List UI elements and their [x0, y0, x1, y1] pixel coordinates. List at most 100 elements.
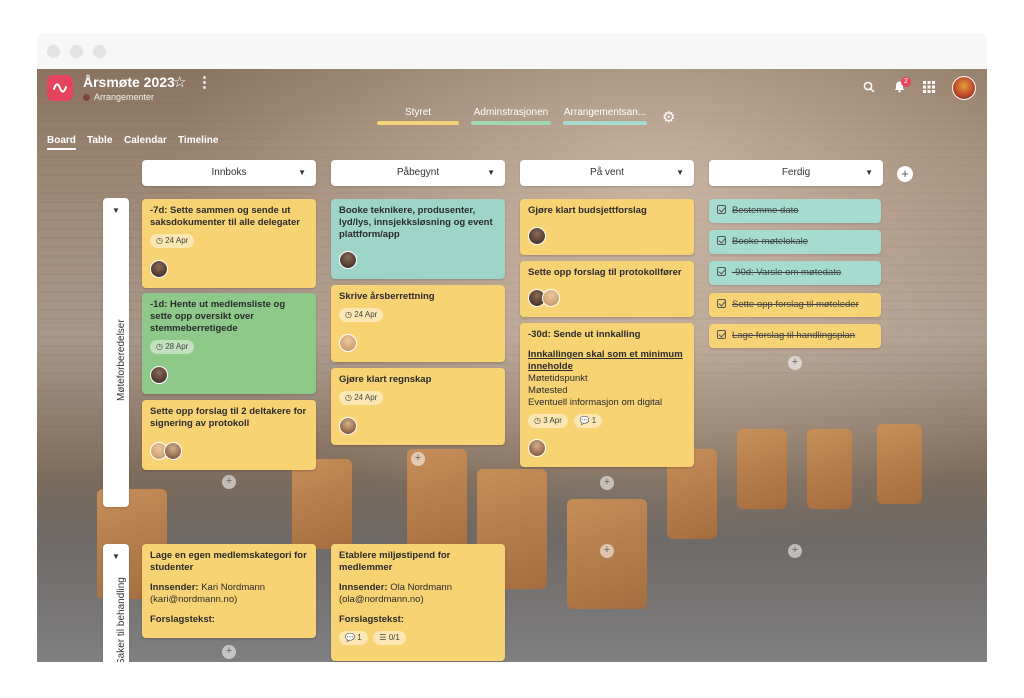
- checklist-progress: 0/1: [388, 633, 400, 642]
- task-card[interactable]: Sette opp forslag til 2 deltakere for si…: [142, 400, 316, 470]
- checkbox-checked-icon[interactable]: [717, 299, 726, 308]
- column-header-pabegynt[interactable]: Påbegynt ▼: [331, 160, 505, 186]
- gear-icon[interactable]: ⚙: [662, 108, 675, 126]
- done-card[interactable]: Booke møtelokale: [709, 230, 881, 254]
- background-chair: [877, 424, 922, 504]
- chevron-down-icon[interactable]: ▼: [865, 160, 873, 186]
- checkbox-checked-icon[interactable]: [717, 330, 726, 339]
- sender-email: (kari@nordmann.no): [150, 594, 238, 605]
- group-tab-adminstrasjonen[interactable]: Adminstrasjonen: [471, 107, 551, 125]
- sender-name: Kari Nordmann: [201, 582, 266, 593]
- chevron-down-icon[interactable]: ▼: [487, 160, 495, 186]
- add-card-button[interactable]: +: [788, 356, 802, 370]
- window-dot: [93, 45, 106, 58]
- add-card-button[interactable]: +: [222, 475, 236, 489]
- card-title: Lage en egen medlemskategori for student…: [150, 550, 307, 573]
- avatar[interactable]: [528, 439, 546, 457]
- assignees: [528, 227, 546, 249]
- column-title: Innboks: [211, 167, 247, 178]
- assignees: [150, 260, 168, 282]
- add-card-button[interactable]: +: [788, 544, 802, 558]
- avatar[interactable]: [528, 227, 546, 245]
- group-tab-styret[interactable]: Styret: [377, 107, 459, 125]
- comment-count-chip[interactable]: 💬 1: [573, 414, 603, 428]
- card-title: Skrive årsberrettning: [339, 291, 435, 302]
- add-column-button[interactable]: +: [897, 166, 913, 182]
- workspace-logo[interactable]: [47, 75, 73, 101]
- tab-table[interactable]: Table: [87, 135, 112, 146]
- avatar[interactable]: [542, 289, 560, 307]
- due-date-chip: ◷ 28 Apr: [150, 340, 195, 354]
- column-header-innboks[interactable]: Innboks ▼: [142, 160, 316, 186]
- chevron-down-icon[interactable]: ▼: [298, 160, 306, 186]
- chevron-down-icon[interactable]: ▼: [676, 160, 684, 186]
- task-card[interactable]: Sette opp forslag til protokollfører: [520, 261, 694, 317]
- task-card[interactable]: Gjøre klart budsjettforslag: [520, 199, 694, 255]
- clock-icon: ◷: [156, 342, 163, 351]
- proposal-card[interactable]: Lage en egen medlemskategori for student…: [142, 544, 316, 638]
- avatar[interactable]: [150, 366, 168, 384]
- group-color-bar: [377, 121, 459, 125]
- card-title: Lage forslag til handlingsplan: [732, 330, 856, 341]
- avatar[interactable]: [339, 251, 357, 269]
- done-card[interactable]: Bestemme dato: [709, 199, 881, 223]
- checkbox-checked-icon[interactable]: [717, 267, 726, 276]
- comment-icon: 💬: [579, 416, 590, 425]
- logo-icon: [53, 83, 67, 93]
- assignees: [339, 334, 357, 356]
- proposal-card[interactable]: Etablere miljøstipend for medlemmer Inns…: [331, 544, 505, 661]
- board-title[interactable]: Årsmøte 2023: [83, 74, 175, 90]
- card-title: Gjøre klart regnskap: [339, 374, 432, 385]
- avatar[interactable]: [150, 260, 168, 278]
- task-card[interactable]: -1d: Hente ut medlemsliste og sette opp …: [142, 293, 316, 394]
- swimlane-moteforberedelser[interactable]: ▼ Møteforberedelser: [103, 198, 129, 507]
- avatar[interactable]: [339, 417, 357, 435]
- avatar[interactable]: [164, 442, 182, 460]
- group-tab-arrangementsansvarlige[interactable]: Arrangementsan...: [563, 107, 647, 125]
- group-color-bar: [563, 121, 647, 125]
- apps-grid-icon[interactable]: [923, 80, 935, 98]
- column-header-pavent[interactable]: På vent ▼: [520, 160, 694, 186]
- add-card-button[interactable]: +: [222, 645, 236, 659]
- group-tab-label: Adminstrasjonen: [473, 107, 549, 118]
- search-icon[interactable]: [863, 80, 875, 98]
- kebab-icon[interactable]: ⋮: [197, 73, 212, 91]
- task-card[interactable]: Booke teknikere, produsenter, lyd/lys, i…: [331, 199, 505, 279]
- assignees: [528, 439, 546, 461]
- tab-calendar[interactable]: Calendar: [124, 135, 167, 146]
- add-card-button[interactable]: +: [600, 544, 614, 558]
- tab-timeline[interactable]: Timeline: [178, 135, 218, 146]
- sender-email: (ola@nordmann.no): [339, 594, 424, 605]
- assignees: [150, 366, 168, 388]
- swimlane-saker-til-behandling[interactable]: ▼ Saker til behandling: [103, 544, 129, 662]
- card-title: Sette opp forslag til møteleder: [732, 299, 859, 310]
- browser-chrome: [37, 33, 987, 69]
- chevron-down-icon[interactable]: ▼: [112, 206, 120, 215]
- user-avatar[interactable]: [952, 76, 976, 100]
- checkbox-checked-icon[interactable]: [717, 236, 726, 245]
- background-chair: [737, 429, 787, 509]
- add-card-button[interactable]: +: [411, 452, 425, 466]
- task-card[interactable]: Gjøre klart regnskap ◷ 24 Apr: [331, 368, 505, 445]
- column-header-ferdig[interactable]: Ferdig ▼: [709, 160, 883, 186]
- star-icon[interactable]: ☆: [173, 73, 186, 91]
- tab-board[interactable]: Board: [47, 135, 76, 150]
- done-card[interactable]: -90d: Varsle om møtedato: [709, 261, 881, 285]
- card-title: Bestemme dato: [732, 205, 799, 216]
- checklist-chip[interactable]: ☰ 0/1: [373, 631, 406, 645]
- done-card[interactable]: Lage forslag til handlingsplan: [709, 324, 881, 348]
- board-subtitle[interactable]: Arrangementer: [83, 92, 154, 102]
- task-card[interactable]: -7d: Sette sammen og sende ut saksdokume…: [142, 199, 316, 288]
- card-line: Møtested: [528, 385, 568, 396]
- comment-count-chip[interactable]: 💬 1: [339, 631, 368, 645]
- background-chair: [292, 459, 352, 549]
- task-card[interactable]: -30d: Sende ut innkalling Innkallingen s…: [520, 323, 694, 467]
- workspace-label: Arrangementer: [94, 92, 155, 102]
- folder-dot-icon: [83, 94, 90, 101]
- chevron-down-icon[interactable]: ▼: [112, 552, 120, 561]
- avatar[interactable]: [339, 334, 357, 352]
- add-card-button[interactable]: +: [600, 476, 614, 490]
- checkbox-checked-icon[interactable]: [717, 205, 726, 214]
- task-card[interactable]: Skrive årsberrettning ◷ 24 Apr: [331, 285, 505, 362]
- done-card[interactable]: Sette opp forslag til møteleder: [709, 293, 881, 317]
